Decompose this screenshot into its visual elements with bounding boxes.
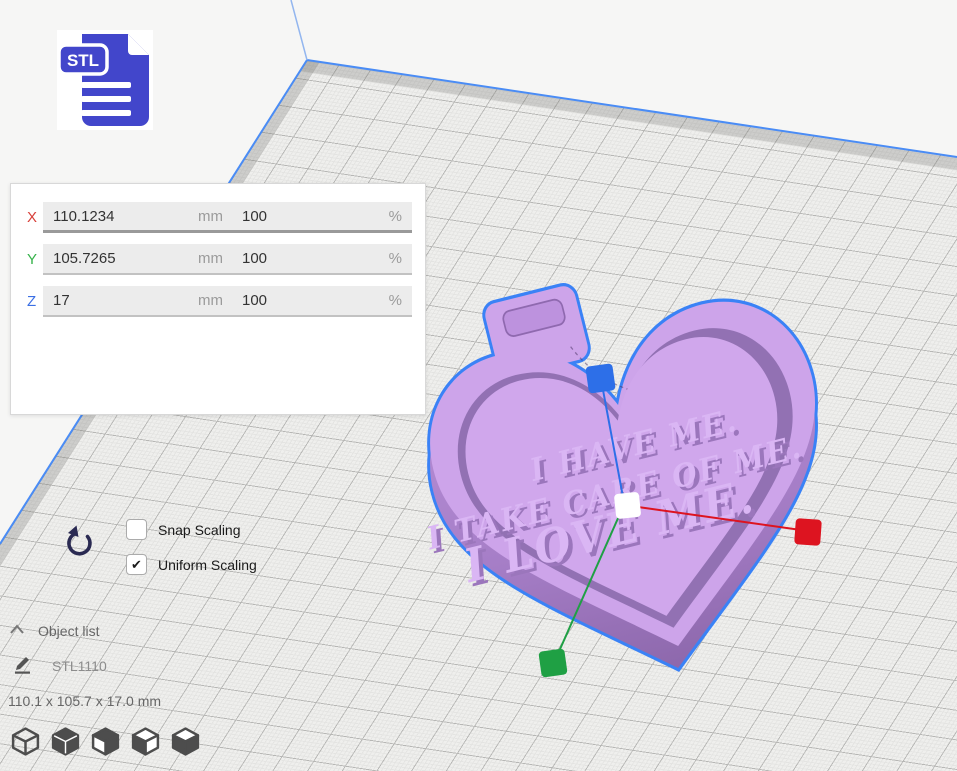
model-dimensions: 110.1 x 105.7 x 17.0 mm	[8, 693, 161, 709]
view-right-icon[interactable]	[170, 726, 201, 757]
folded-corner	[128, 34, 149, 55]
scale-row-y: Y mm %	[11, 244, 425, 275]
z-percent-input[interactable]	[242, 292, 362, 309]
snap-scaling-label: Snap Scaling	[158, 522, 241, 538]
z-size-unit: mm	[198, 292, 223, 309]
view-3d-icon[interactable]	[10, 726, 41, 757]
snap-scaling-checkbox[interactable]	[126, 519, 147, 540]
y-percent-input[interactable]	[242, 250, 362, 267]
edit-pencil-icon[interactable]	[13, 653, 32, 674]
camera-view-toolbar	[10, 726, 201, 757]
viewport-3d[interactable]: I HAVE ME. I TAKE CARE OF ME. I LOVE ME.…	[0, 0, 957, 771]
x-percent-field[interactable]: %	[232, 202, 412, 233]
axis-label-z: Z	[27, 293, 43, 310]
axis-label-y: Y	[27, 251, 43, 268]
object-name[interactable]: STL1110	[52, 658, 107, 674]
axis-label-x: X	[27, 209, 43, 226]
stl-file-icon: STL	[57, 30, 153, 130]
uniform-scaling-row: ✔ Uniform Scaling	[126, 554, 257, 575]
gizmo-y-handle[interactable]	[538, 648, 567, 677]
z-percent-unit: %	[389, 292, 402, 309]
checkmark: ✔	[131, 557, 142, 573]
scale-tool-panel: X mm % Y mm % Z mm	[10, 183, 426, 415]
z-size-input[interactable]	[53, 292, 173, 309]
uniform-scaling-label: Uniform Scaling	[158, 557, 257, 573]
y-size-input[interactable]	[53, 250, 173, 267]
reset-scale-button[interactable]	[63, 524, 97, 562]
x-size-unit: mm	[198, 208, 223, 225]
scale-row-x: X mm %	[11, 202, 425, 233]
stl-file-badge: STL	[57, 30, 153, 130]
z-size-field[interactable]: mm	[43, 286, 233, 317]
object-list-collapse-chevron[interactable]	[9, 622, 25, 636]
x-percent-unit: %	[389, 208, 402, 225]
model-scene: I HAVE ME. I TAKE CARE OF ME. I LOVE ME.…	[405, 270, 955, 740]
x-size-field[interactable]: mm	[43, 202, 233, 233]
svg-text:STL: STL	[67, 51, 99, 70]
gizmo-x-handle[interactable]	[794, 518, 822, 546]
reset-rotate-icon	[63, 524, 97, 562]
view-front-icon[interactable]	[50, 726, 81, 757]
x-percent-input[interactable]	[242, 208, 362, 225]
object-list-label[interactable]: Object list	[38, 623, 99, 639]
build-plate-border-band-left	[0, 60, 320, 771]
y-size-field[interactable]: mm	[43, 244, 233, 275]
snap-scaling-row: Snap Scaling	[126, 519, 241, 540]
view-top-icon[interactable]	[90, 726, 121, 757]
y-percent-field[interactable]: %	[232, 244, 412, 275]
gizmo-center-handle[interactable]	[614, 492, 641, 519]
x-size-input[interactable]	[53, 208, 173, 225]
y-size-unit: mm	[198, 250, 223, 267]
uniform-scaling-checkbox[interactable]: ✔	[126, 554, 147, 575]
z-percent-field[interactable]: %	[232, 286, 412, 317]
view-left-icon[interactable]	[130, 726, 161, 757]
y-percent-unit: %	[389, 250, 402, 267]
gizmo-z-handle[interactable]	[585, 363, 615, 393]
scale-row-z: Z mm %	[11, 286, 425, 317]
